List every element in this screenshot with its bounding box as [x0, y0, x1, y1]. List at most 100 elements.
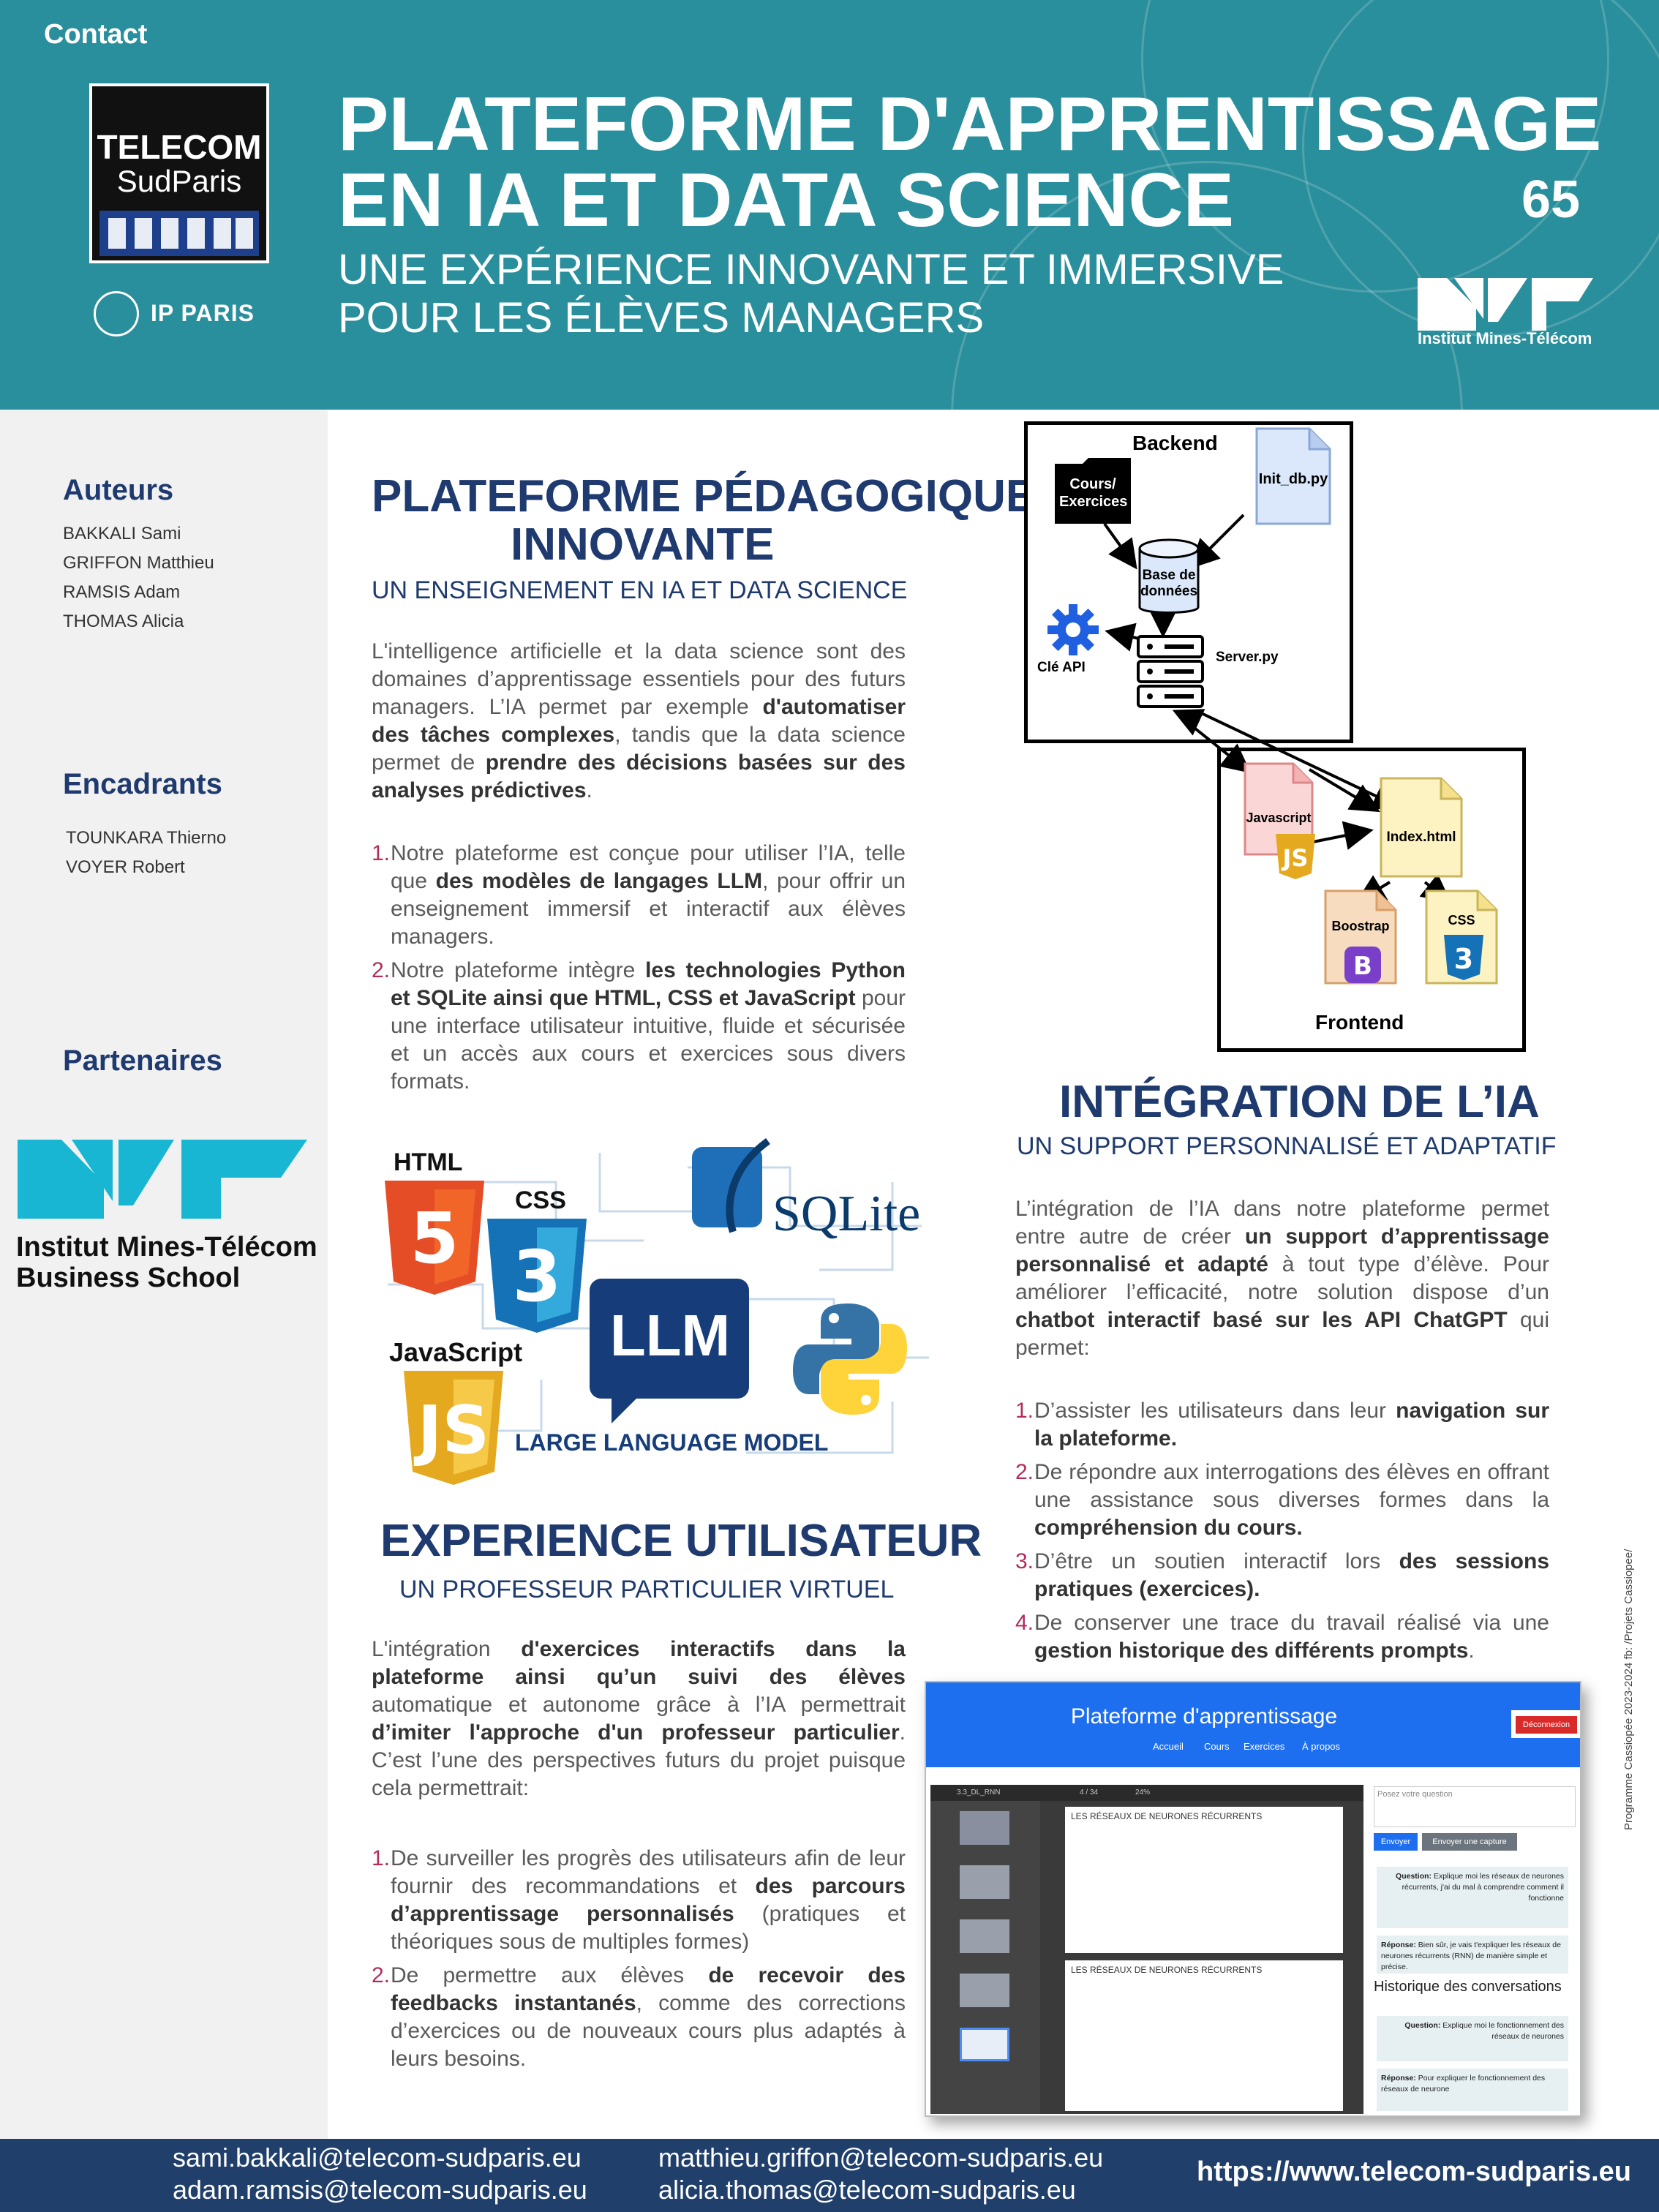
list-item: 2. De permettre aux élèves de recevoir de… — [372, 1963, 906, 2071]
history-title: Historique des conversations — [1374, 1979, 1562, 1995]
llm-caption: LARGE LANGUAGE MODEL — [515, 1429, 829, 1456]
chat-input[interactable]: Posez votre question — [1374, 1786, 1576, 1827]
css-label: CSS — [515, 1186, 566, 1214]
sqlite-label: SQLite — [772, 1186, 921, 1242]
css-badge-icon: 3 — [1444, 935, 1483, 980]
html5-icon: 5 — [385, 1181, 484, 1295]
history-answer[interactable]: Réponse: Pour expliquer le fonctionnemen… — [1377, 2069, 1568, 2111]
section3-title: INTÉGRATION DE L’IA — [1059, 1077, 1540, 1127]
svg-text:JS: JS — [413, 1392, 489, 1469]
imt-bs-logo-icon — [18, 1140, 307, 1219]
svg-text:5: 5 — [410, 1197, 459, 1279]
svg-text:JS: JS — [1282, 844, 1309, 872]
logo-artwork — [99, 211, 259, 256]
frontend-label: Frontend — [1315, 1011, 1404, 1034]
bubble-tail-icon — [612, 1394, 641, 1423]
bootstrap-label: Boostrap — [1331, 919, 1390, 933]
footer-emails-left: sami.bakkali@telecom-sudparis.eu adam.ra… — [173, 2142, 587, 2206]
pdf-page: LES RÉSEAUX DE NEURONES RÉCURRENTS — [1065, 1807, 1343, 1953]
send-button[interactable]: Envoyer — [1374, 1833, 1418, 1851]
nav-apropos[interactable]: À propos — [1302, 1741, 1340, 1752]
email-link[interactable]: matthieu.griffon@telecom-sudparis.eu — [658, 2142, 1103, 2174]
list-item: 4. De conserver une trace du travail réal… — [1015, 1611, 1549, 1663]
python-icon — [793, 1304, 907, 1415]
chat-question: Question: Explique moi les réseaux de ne… — [1377, 1867, 1568, 1928]
app-screenshot: Plateforme d'apprentissage Accueil Cours… — [925, 1681, 1581, 2117]
pdf-thumbnails[interactable] — [930, 1801, 1040, 2114]
footer-emails-right: matthieu.griffon@telecom-sudparis.eu ali… — [658, 2142, 1103, 2206]
email-link[interactable]: alicia.thomas@telecom-sudparis.eu — [658, 2174, 1103, 2206]
website-link[interactable]: https://www.telecom-sudparis.eu — [1197, 2156, 1631, 2188]
imt-logo-icon — [1418, 278, 1593, 331]
list-item: 2. De répondre aux interrogations des élè… — [1015, 1460, 1549, 1540]
section2-title: EXPERIENCE UTILISATEUR — [380, 1516, 982, 1566]
svg-text:3: 3 — [1454, 943, 1473, 975]
program-note: Programme Cassiopée 2023-2024 fb: /Proje… — [1622, 1549, 1635, 1830]
html-file-icon — [1380, 777, 1463, 878]
ipparis-seal-icon — [94, 291, 139, 336]
nav-accueil[interactable]: Accueil — [1153, 1741, 1184, 1752]
architecture-diagram: Backend Cours/Exercices Init_db.py Base … — [1024, 421, 1536, 1052]
api-key-label: Clé API — [1037, 660, 1086, 675]
nav-exercices[interactable]: Exercices — [1244, 1741, 1284, 1752]
poster-number: 65 — [1521, 170, 1581, 229]
authors-list: BAKKALI Sami GRIFFON Matthieu RAMSIS Ada… — [63, 524, 214, 631]
header-banner: TELECOM SudParis IP PARIS PLATEFORME D'A… — [0, 0, 1659, 410]
pdf-viewer[interactable]: 3.3_DL_RNN 4 / 34 24% LES RÉSEAUX DE NEU… — [930, 1785, 1363, 2114]
authors-heading: Auteurs — [63, 474, 174, 506]
section2-list: 1. De surveiller les progrès des utilisat… — [372, 1845, 906, 2079]
javascript-file-label: Javascript — [1246, 810, 1312, 825]
supervisors-heading: Encadrants — [63, 768, 222, 800]
javascript-label: JavaScript — [389, 1337, 523, 1367]
chat-panel: Posez votre question Envoyer Envoyer une… — [1369, 1785, 1579, 2114]
backend-label: Backend — [1132, 432, 1218, 454]
send-capture-button[interactable]: Envoyer une capture — [1422, 1833, 1517, 1851]
server-label: Server.py — [1216, 650, 1279, 665]
footer-contact-label: Contact — [44, 19, 148, 50]
cours-label: Cours/Exercices — [1059, 476, 1128, 510]
partners-heading: Partenaires — [63, 1045, 222, 1077]
chat-answer: Réponse: Bien sûr, je vais t'expliquer l… — [1377, 1936, 1568, 1974]
pdf-zoom[interactable]: 24% — [1135, 1788, 1150, 1797]
logout-container: Déconnexion — [1511, 1710, 1580, 1738]
section1-intro: L'intelligence artificielle et la data s… — [372, 639, 906, 802]
section3-intro: L’intégration de l’IA dans notre platefo… — [1015, 1197, 1550, 1360]
bootstrap-badge-icon: B — [1344, 947, 1381, 983]
database-label: Base de données — [1140, 568, 1198, 599]
svg-text:B: B — [1353, 952, 1372, 981]
section2-subtitle: UN PROFESSEUR PARTICULIER VIRTUEL — [399, 1576, 895, 1603]
section2-intro: L'intégration d'exercices interactifs da… — [372, 1637, 906, 1800]
js-badge-icon: JS — [1276, 834, 1315, 879]
pdf-filename: 3.3_DL_RNN — [957, 1788, 1001, 1797]
server-icon — [1137, 635, 1204, 708]
svg-text:3: 3 — [513, 1235, 562, 1317]
logout-button[interactable]: Déconnexion — [1516, 1716, 1577, 1734]
list-item: 3. D’être un soutien interactif lors des … — [1015, 1549, 1550, 1601]
index-html-label: Index.html — [1386, 830, 1456, 845]
html-label: HTML — [394, 1148, 463, 1176]
section3-list: 1. D’assister les utilisateurs dans leur … — [1015, 1397, 1549, 1671]
section1-subtitle: UN ENSEIGNEMENT EN IA ET DATA SCIENCE — [372, 576, 908, 604]
list-item: 1. De surveiller les progrès des utilisat… — [372, 1846, 906, 1954]
section1-list: 1. Notre plateforme est conçue pour utili… — [372, 840, 906, 1102]
init-db-label: Init_db.py — [1258, 471, 1328, 487]
javascript-icon: JS — [404, 1371, 503, 1485]
list-item: 1. D’assister les utilisateurs dans leur … — [1015, 1399, 1550, 1451]
history-question[interactable]: Question: Explique moi le fonctionnement… — [1377, 2016, 1568, 2061]
app-title: Plateforme d'apprentissage — [1070, 1704, 1338, 1728]
imt-logo-label: Institut Mines-Télécom — [1418, 329, 1592, 347]
pdf-page-indicator[interactable]: 4 / 34 — [1080, 1788, 1098, 1797]
sqlite-icon — [692, 1138, 770, 1233]
pdf-toolbar: 3.3_DL_RNN 4 / 34 24% — [930, 1785, 1363, 1801]
telecom-sudparis-logo: TELECOM SudParis — [89, 83, 269, 263]
llm-label: LLM — [609, 1303, 731, 1368]
section1-title: PLATEFORME PÉDAGOGIQUE INNOVANTE — [372, 471, 1037, 570]
pdf-page: LES RÉSEAUX DE NEURONES RÉCURRENTS — [1065, 1960, 1343, 2111]
list-item: 1. Notre plateforme est conçue pour utili… — [372, 841, 906, 949]
supervisors-list: TOUNKARA Thierno VOYER Robert — [66, 828, 227, 877]
email-link[interactable]: sami.bakkali@telecom-sudparis.eu — [173, 2142, 587, 2174]
nav-cours[interactable]: Cours — [1204, 1741, 1230, 1752]
css-file-label: CSS — [1448, 913, 1475, 928]
gear-icon — [1047, 604, 1099, 655]
email-link[interactable]: adam.ramsis@telecom-sudparis.eu — [173, 2174, 587, 2206]
